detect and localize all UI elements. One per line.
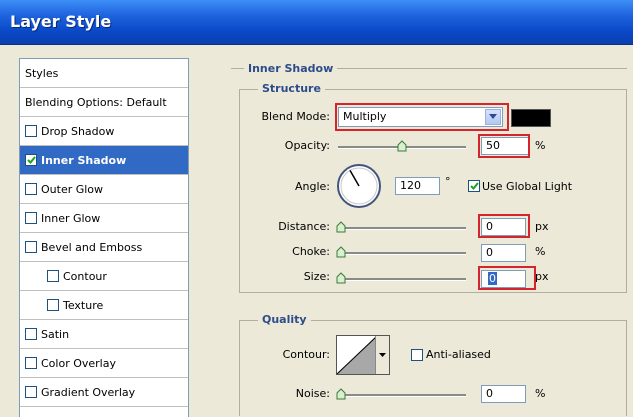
distance-slider-thumb[interactable] <box>336 221 346 233</box>
distance-slider-track[interactable] <box>338 227 466 230</box>
style-list-item[interactable]: Contour <box>20 262 188 291</box>
opacity-label: Opacity: <box>284 139 330 152</box>
contour-label: Contour: <box>282 348 330 361</box>
style-list-item[interactable]: Styles <box>20 59 188 88</box>
choke-input[interactable]: 0 <box>481 244 526 262</box>
quality-title: Quality <box>258 313 311 326</box>
distance-unit: px <box>535 220 549 233</box>
contour-preview-icon <box>337 336 377 374</box>
title-bar: Layer Style <box>0 0 633 45</box>
anti-aliased-label[interactable]: Anti-aliased <box>426 348 491 361</box>
style-list-item[interactable]: Color Overlay <box>20 349 188 378</box>
style-checkbox[interactable] <box>25 241 37 253</box>
choke-slider-track[interactable] <box>338 252 466 255</box>
style-list-label: Gradient Overlay <box>41 385 136 399</box>
inner-shadow-title: Inner Shadow <box>244 62 338 75</box>
opacity-highlight <box>478 134 530 158</box>
angle-dial[interactable] <box>336 163 382 209</box>
blend-mode-highlight <box>335 103 509 131</box>
style-list-label: Contour <box>63 269 107 283</box>
choke-label: Choke: <box>292 245 330 258</box>
style-checkbox[interactable] <box>25 212 37 224</box>
structure-title: Structure <box>258 82 325 95</box>
opacity-slider-thumb[interactable] <box>397 140 407 152</box>
distance-highlight <box>478 214 530 238</box>
size-slider-thumb[interactable] <box>336 272 346 284</box>
style-list-item[interactable]: Texture <box>20 291 188 320</box>
use-global-light-label[interactable]: Use Global Light <box>482 180 572 193</box>
shadow-color-swatch[interactable] <box>511 109 551 127</box>
style-checkbox[interactable] <box>25 357 37 369</box>
style-list-label: Color Overlay <box>41 356 116 370</box>
style-list-label: Outer Glow <box>41 182 104 196</box>
choke-unit: % <box>535 245 546 258</box>
style-list-item[interactable]: Outer Glow <box>20 175 188 204</box>
styles-list-panel: Styles Blending Options: Default Drop Shad… <box>19 58 189 417</box>
size-unit: px <box>535 270 549 283</box>
style-list-item[interactable]: Gradient Overlay <box>20 378 188 407</box>
style-checkbox[interactable] <box>25 328 37 340</box>
style-list-label: Texture <box>63 298 104 312</box>
style-checkbox[interactable] <box>25 125 37 137</box>
style-list-label: Inner Shadow <box>41 153 127 167</box>
angle-label: Angle: <box>294 180 330 193</box>
style-list-item[interactable]: Inner Shadow <box>20 146 188 175</box>
noise-slider-thumb[interactable] <box>336 388 346 400</box>
style-list-item[interactable]: Bevel and Emboss <box>20 233 188 262</box>
noise-input[interactable]: 0 <box>481 385 526 403</box>
style-list-label: Styles <box>25 66 59 80</box>
size-label: Size: <box>303 270 330 283</box>
style-list-label: Satin <box>41 327 70 341</box>
use-global-light-checkbox[interactable] <box>468 180 480 192</box>
noise-unit: % <box>535 387 546 400</box>
style-checkbox[interactable] <box>47 270 59 282</box>
contour-picker[interactable] <box>336 335 390 375</box>
opacity-unit: % <box>535 139 546 152</box>
noise-slider-track[interactable] <box>338 394 466 397</box>
style-list-label: Drop Shadow <box>41 124 115 138</box>
size-slider-track[interactable] <box>338 278 466 281</box>
style-list-label: Bevel and Emboss <box>41 240 143 254</box>
style-list-label: Inner Glow <box>41 211 101 225</box>
blend-mode-label: Blend Mode: <box>261 110 331 123</box>
style-list-item[interactable]: Blending Options: Default <box>20 88 188 117</box>
style-checkbox[interactable] <box>25 154 37 166</box>
quality-group <box>239 320 627 416</box>
window-title: Layer Style <box>10 12 112 31</box>
style-list-item[interactable]: Satin <box>20 320 188 349</box>
style-checkbox[interactable] <box>25 183 37 195</box>
style-list-item[interactable]: Drop Shadow <box>20 117 188 146</box>
anti-aliased-checkbox[interactable] <box>411 349 423 361</box>
size-highlight <box>478 266 536 290</box>
style-checkbox[interactable] <box>25 386 37 398</box>
distance-label: Distance: <box>278 220 330 233</box>
angle-input[interactable]: 120 <box>395 177 440 195</box>
contour-dropdown-arrow-icon[interactable] <box>375 336 389 374</box>
noise-label: Noise: <box>295 387 330 400</box>
choke-slider-thumb[interactable] <box>336 246 346 258</box>
style-list-label: Blending Options: Default <box>25 95 167 109</box>
style-list-item[interactable]: Inner Glow <box>20 204 188 233</box>
angle-unit: ° <box>445 175 451 188</box>
style-checkbox[interactable] <box>47 299 59 311</box>
